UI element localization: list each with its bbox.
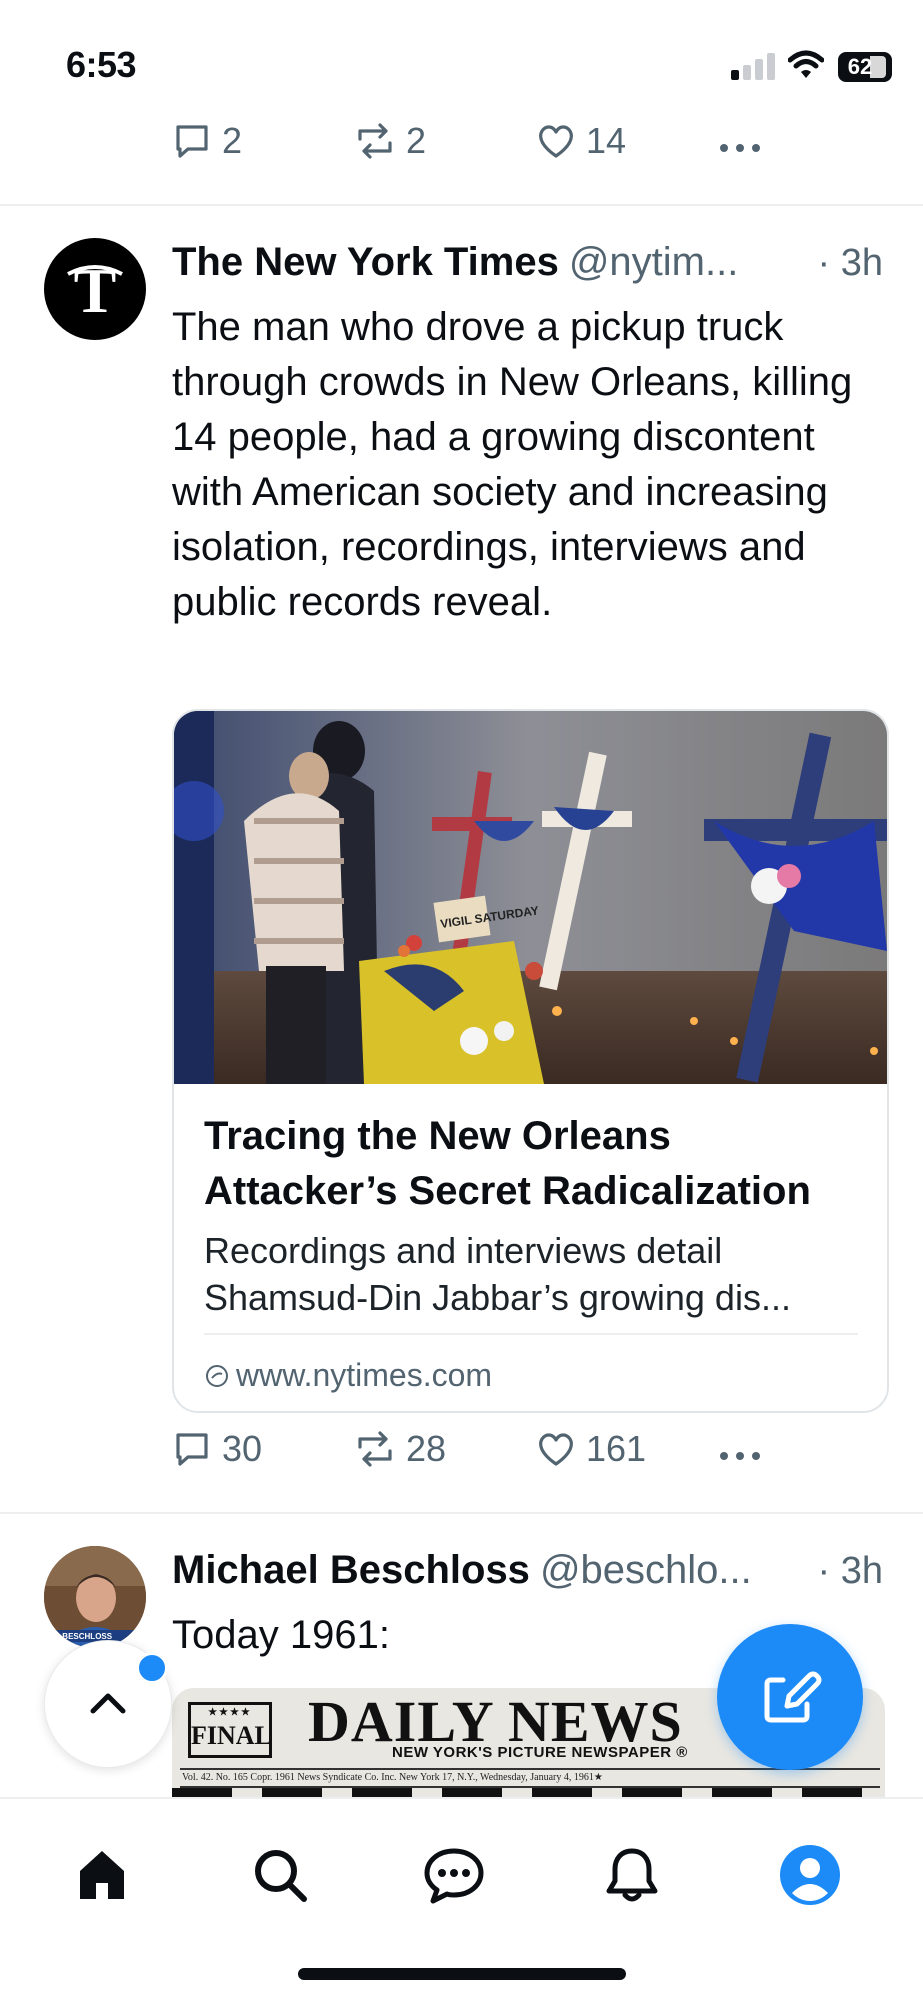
notifications-icon (606, 1848, 658, 1902)
author-name[interactable]: Michael Beschloss (172, 1548, 530, 1592)
repost-button[interactable]: 28 (354, 1428, 446, 1470)
author-handle[interactable]: @beschlo... (540, 1548, 752, 1592)
card-domain: www.nytimes.com (204, 1357, 492, 1394)
wifi-icon (787, 50, 825, 85)
status-bar: 6:53 62 (0, 0, 923, 120)
reply-button[interactable]: 2 (172, 120, 242, 162)
home-indicator (298, 1968, 626, 1980)
tweet-time: · 3h (817, 1550, 883, 1592)
tweet-time: · 3h (817, 242, 883, 284)
avatar[interactable]: EL BESCHLOSS (44, 1546, 146, 1648)
more-icon (720, 1452, 760, 1460)
more-icon (720, 144, 760, 152)
like-count: 161 (586, 1428, 647, 1469)
tweet-divider (0, 204, 923, 206)
reply-icon (176, 125, 208, 158)
link-card[interactable]: VIGIL SATURDAY Tracing the New Orleans A… (172, 709, 889, 1413)
newspaper-subtitle: NEW YORK'S PICTURE NEWSPAPER ® (392, 1744, 688, 1761)
avatar[interactable]: T (44, 238, 146, 340)
card-title: Tracing the New Orleans Attacker’s Secre… (204, 1114, 811, 1213)
link-icon (206, 1364, 228, 1387)
messages-icon (424, 1848, 484, 1904)
nyt-logo-icon: T (67, 255, 123, 326)
card-description: Recordings and interviews detail Shamsud… (204, 1230, 791, 1318)
card-domain-text: www.nytimes.com (236, 1357, 493, 1393)
tab-messages[interactable] (414, 1835, 494, 1915)
author-line: The New York Times @nytim... (172, 240, 738, 285)
beschloss-avatar-image: EL BESCHLOSS (44, 1546, 146, 1648)
reply-count: 2 (222, 120, 243, 161)
author-handle[interactable]: @nytim... (569, 240, 739, 284)
tab-search[interactable] (240, 1835, 320, 1915)
battery-icon: 62 (838, 52, 892, 82)
repost-count: 28 (406, 1428, 447, 1469)
reply-count: 30 (222, 1428, 263, 1469)
battery-level-text: 62 (847, 54, 873, 79)
like-count: 14 (586, 120, 627, 161)
reply-button[interactable]: 30 (172, 1428, 262, 1470)
more-options-button[interactable] (718, 1436, 762, 1476)
repost-icon (358, 123, 392, 159)
compose-icon (764, 1671, 822, 1723)
newspaper-edition-label: FINAL (191, 1721, 272, 1750)
profile-icon (780, 1845, 840, 1905)
newspaper-dateline: Vol. 42. No. 165 Copr. 1961 News Syndica… (182, 1772, 603, 1783)
tweet-divider (0, 1512, 923, 1514)
tab-profile[interactable] (770, 1835, 850, 1915)
new-posts-indicator (136, 1652, 168, 1684)
newspaper-stars: ★★★★ (208, 1707, 252, 1718)
like-button[interactable]: 14 (536, 120, 626, 162)
repost-icon (358, 1431, 392, 1467)
like-button[interactable]: 161 (536, 1428, 646, 1470)
heart-icon (539, 125, 573, 158)
tab-notifications[interactable] (592, 1835, 672, 1915)
repost-button[interactable]: 2 (354, 120, 426, 162)
cellular-signal-icon (731, 52, 781, 80)
author-line: Michael Beschloss @beschlo... (172, 1548, 752, 1593)
more-options-button[interactable] (718, 128, 762, 168)
home-icon (80, 1851, 124, 1899)
author-name[interactable]: The New York Times (172, 240, 559, 284)
card-image: VIGIL SATURDAY (174, 711, 887, 1084)
search-icon (255, 1850, 307, 1902)
repost-count: 2 (406, 120, 427, 161)
compose-button[interactable] (717, 1624, 863, 1770)
status-time: 6:53 (66, 44, 137, 85)
newspaper-edition: ★★★★ FINAL (188, 1702, 272, 1758)
heart-icon (539, 1433, 573, 1466)
reply-icon (176, 1433, 208, 1466)
card-divider (204, 1333, 858, 1335)
tab-home[interactable] (62, 1835, 142, 1915)
tweet-text: The man who drove a pickup truck through… (172, 305, 853, 624)
